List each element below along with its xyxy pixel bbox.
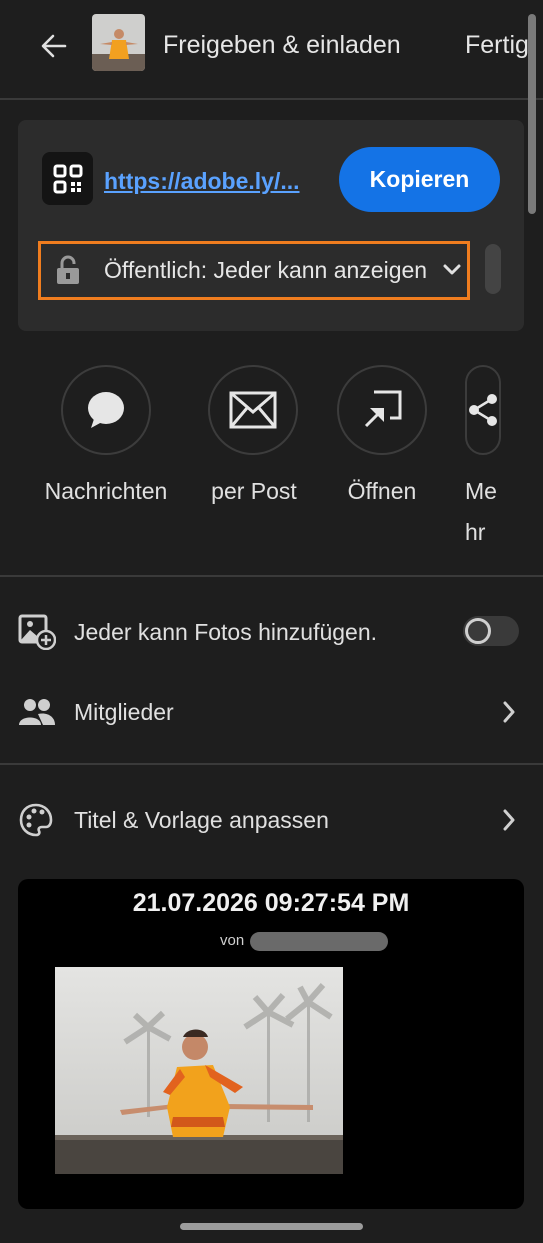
customize-label: Titel & Vorlage anpassen xyxy=(74,807,329,833)
share-open-label: Öffnen xyxy=(347,478,417,504)
share-messages-label: Nachrichten xyxy=(44,478,168,504)
header-divider xyxy=(0,98,543,100)
preview-date: 21.07.2026 09:27:54 PM xyxy=(132,889,410,917)
share-more-label-1: Me xyxy=(465,478,497,504)
page-title: Freigeben & einladen xyxy=(163,31,401,59)
section-divider xyxy=(0,575,543,577)
share-more-label-2: hr xyxy=(465,519,486,545)
home-indicator[interactable] xyxy=(180,1223,363,1230)
message-bubble-icon xyxy=(88,392,124,428)
back-button[interactable] xyxy=(36,28,72,64)
arrow-left-icon xyxy=(41,34,67,58)
share-icon xyxy=(469,394,497,426)
scrollbar[interactable] xyxy=(528,14,536,214)
privacy-label: Öffentlich: Jeder kann anzeigen xyxy=(104,257,428,283)
chevron-right-icon xyxy=(503,701,515,723)
qr-code-icon xyxy=(53,164,82,193)
redacted-name xyxy=(250,932,388,951)
share-more-button[interactable] xyxy=(465,365,501,455)
chevron-right-icon xyxy=(503,809,515,831)
add-photo-icon xyxy=(18,614,56,650)
share-email-button[interactable] xyxy=(208,365,298,455)
section-divider-2 xyxy=(0,763,543,765)
chevron-down-icon xyxy=(443,264,461,275)
lock-open-icon xyxy=(57,255,79,284)
members-label: Mitglieder xyxy=(74,699,174,725)
share-email-label: per Post xyxy=(211,478,297,504)
open-external-icon xyxy=(364,390,402,428)
toggle-knob xyxy=(465,618,491,644)
members-icon xyxy=(19,699,55,725)
envelope-icon xyxy=(229,391,277,429)
album-thumbnail xyxy=(92,14,145,71)
share-messages-button[interactable] xyxy=(61,365,151,455)
share-link[interactable]: https://adobe.ly/... xyxy=(104,168,300,195)
share-open-button[interactable] xyxy=(337,365,427,455)
copy-button[interactable]: Kopieren xyxy=(339,147,500,212)
allow-add-photos-label: Jeder kann Fotos hinzufügen. xyxy=(74,619,378,645)
qr-code-button[interactable] xyxy=(42,152,93,205)
palette-icon xyxy=(19,803,53,837)
preview-photo xyxy=(55,967,343,1174)
preview-by-label: von xyxy=(220,932,245,949)
more-options-handle[interactable] xyxy=(485,244,501,294)
done-button[interactable]: Fertig xyxy=(465,31,529,60)
